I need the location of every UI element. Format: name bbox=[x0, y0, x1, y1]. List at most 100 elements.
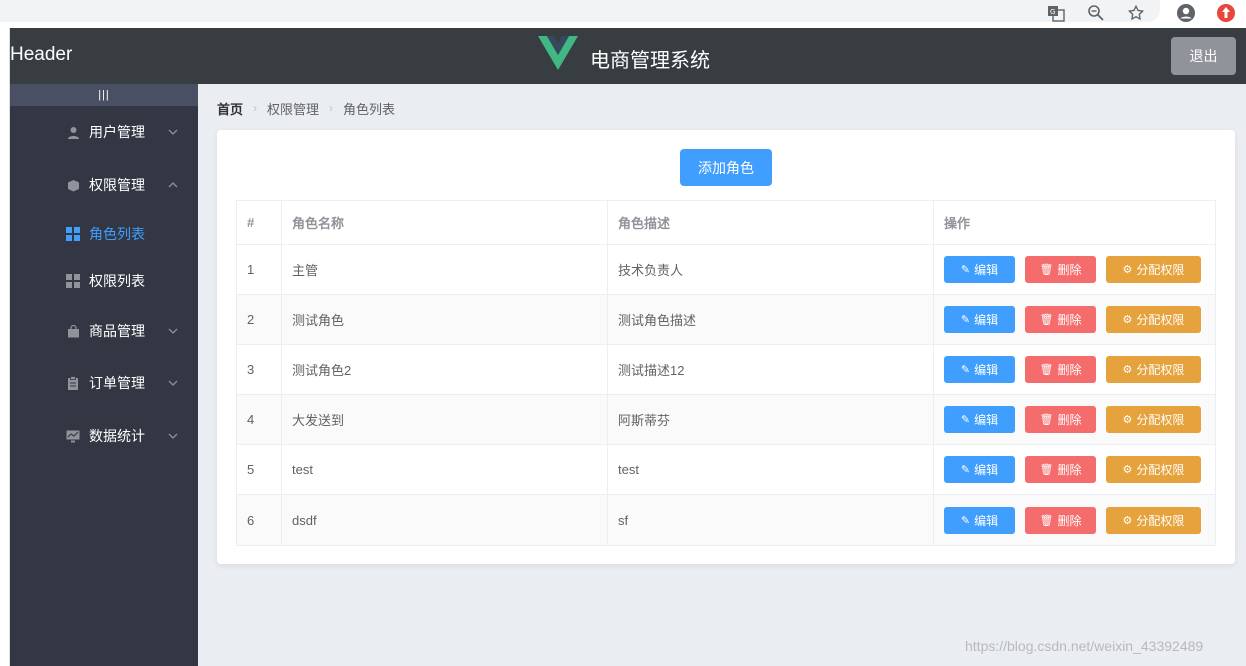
row-actions: ✎ 编辑 🗑︎ 删除 ⚙ 分配权限 bbox=[934, 295, 1215, 344]
sidebar: ||| 用户管理 权限管理 角色列表 权限列表 商品管理 订单管理 数据统计 bbox=[10, 84, 198, 666]
sidebar-subitem-permission-list[interactable]: 权限列表 bbox=[10, 257, 198, 305]
update-icon[interactable] bbox=[1216, 3, 1236, 23]
row-index: 5 bbox=[237, 445, 282, 494]
edit-button[interactable]: ✎ 编辑 bbox=[944, 456, 1015, 483]
chevron-down-icon bbox=[168, 325, 178, 337]
assign-permission-button[interactable]: ⚙ 分配权限 bbox=[1106, 256, 1201, 283]
vue-logo-icon bbox=[538, 36, 578, 70]
role-description: 阿斯蒂芬 bbox=[608, 395, 934, 444]
grid-icon bbox=[66, 227, 80, 241]
trash-icon: 🗑︎ bbox=[1039, 414, 1054, 426]
role-description: sf bbox=[608, 495, 934, 545]
gear-icon: ⚙ bbox=[1122, 264, 1133, 276]
app-name: 电商管理系统 bbox=[590, 50, 710, 72]
edit-button[interactable]: ✎ 编辑 bbox=[944, 506, 1015, 534]
clipboard-icon bbox=[66, 376, 80, 390]
edit-button[interactable]: ✎ 编辑 bbox=[944, 256, 1015, 283]
bookmark-star-icon[interactable] bbox=[1126, 3, 1146, 23]
header-title: Header bbox=[10, 44, 73, 65]
trash-icon: 🗑︎ bbox=[1039, 314, 1054, 326]
breadcrumb-home[interactable]: 首页 bbox=[217, 99, 243, 118]
row-actions: ✎ 编辑 🗑︎ 删除 ⚙ 分配权限 bbox=[934, 495, 1215, 545]
sidebar-item-label: 权限管理 bbox=[89, 177, 145, 193]
browser-toolbar: G bbox=[0, 0, 1246, 28]
chevron-up-icon bbox=[168, 179, 178, 191]
breadcrumb-item: 权限管理 bbox=[267, 101, 320, 117]
edit-icon: ✎ bbox=[960, 314, 971, 326]
trash-icon: 🗑︎ bbox=[1039, 464, 1054, 476]
role-name: 测试角色 bbox=[282, 295, 608, 344]
shopping-bag-icon bbox=[66, 324, 80, 338]
edit-icon: ✎ bbox=[960, 364, 971, 376]
monitor-chart-icon bbox=[66, 429, 80, 443]
gear-icon: ⚙ bbox=[1122, 364, 1133, 376]
translate-icon[interactable]: G bbox=[1046, 3, 1066, 23]
table-row: 4 大发送到 阿斯蒂芬 ✎ 编辑 🗑︎ 删除 ⚙ 分配权限 bbox=[237, 395, 1215, 445]
role-name: dsdf bbox=[282, 495, 608, 545]
sidebar-subitem-label: 权限列表 bbox=[89, 273, 145, 289]
delete-button[interactable]: 🗑︎ 删除 bbox=[1025, 456, 1096, 483]
account-icon[interactable] bbox=[1176, 3, 1196, 23]
role-name: 主管 bbox=[282, 245, 608, 294]
assign-permission-button[interactable]: ⚙ 分配权限 bbox=[1106, 456, 1201, 483]
column-header: 角色描述 bbox=[608, 201, 934, 244]
assign-permission-button[interactable]: ⚙ 分配权限 bbox=[1106, 506, 1201, 534]
column-header: 操作 bbox=[944, 216, 971, 231]
role-description: 测试角色描述 bbox=[608, 295, 934, 344]
delete-button[interactable]: 🗑︎ 删除 bbox=[1025, 356, 1096, 383]
row-index: 2 bbox=[237, 295, 282, 344]
chevron-right-icon: › bbox=[253, 101, 258, 115]
svg-text:G: G bbox=[1050, 8, 1055, 16]
left-panel-edge bbox=[0, 28, 10, 666]
delete-button[interactable]: 🗑︎ 删除 bbox=[1025, 506, 1096, 534]
chevron-down-icon bbox=[168, 377, 178, 389]
sidebar-item-orders[interactable]: 订单管理 bbox=[10, 357, 198, 409]
box-icon bbox=[66, 178, 80, 192]
row-actions: ✎ 编辑 🗑︎ 删除 ⚙ 分配权限 bbox=[934, 345, 1215, 394]
delete-button[interactable]: 🗑︎ 删除 bbox=[1025, 406, 1096, 433]
address-bar[interactable] bbox=[0, 0, 1160, 22]
sidebar-item-label: 数据统计 bbox=[89, 428, 145, 444]
user-icon bbox=[66, 125, 80, 139]
row-index: 3 bbox=[237, 345, 282, 394]
table-row: 1 主管 技术负责人 ✎ 编辑 🗑︎ 删除 ⚙ 分配权限 bbox=[237, 245, 1215, 295]
sidebar-item-permissions[interactable]: 权限管理 bbox=[10, 159, 198, 211]
breadcrumb: 首页 › 权限管理 › 角色列表 bbox=[217, 99, 396, 118]
gear-icon: ⚙ bbox=[1122, 464, 1133, 476]
delete-button[interactable]: 🗑︎ 删除 bbox=[1025, 256, 1096, 283]
add-role-button[interactable]: 添加角色 bbox=[680, 149, 772, 186]
app-header: Header 电商管理系统 退出 bbox=[10, 28, 1246, 84]
sidebar-item-statistics[interactable]: 数据统计 bbox=[10, 410, 198, 462]
grid-icon bbox=[66, 274, 80, 288]
table-row: 5 test test ✎ 编辑 🗑︎ 删除 ⚙ 分配权限 bbox=[237, 445, 1215, 495]
delete-button[interactable]: 🗑︎ 删除 bbox=[1025, 306, 1096, 333]
chevron-down-icon bbox=[168, 430, 178, 442]
watermark: https://blog.csdn.net/weixin_43392489 bbox=[965, 638, 1204, 654]
row-index: 6 bbox=[237, 495, 282, 545]
sidebar-toggle[interactable]: ||| bbox=[10, 84, 198, 106]
sidebar-subitem-role-list[interactable]: 角色列表 bbox=[10, 210, 198, 258]
sidebar-subitem-label: 角色列表 bbox=[89, 226, 145, 242]
sidebar-item-users[interactable]: 用户管理 bbox=[10, 106, 198, 158]
edit-button[interactable]: ✎ 编辑 bbox=[944, 356, 1015, 383]
breadcrumb-item: 角色列表 bbox=[343, 101, 396, 117]
logout-button[interactable]: 退出 bbox=[1171, 37, 1236, 75]
assign-permission-button[interactable]: ⚙ 分配权限 bbox=[1106, 356, 1201, 383]
row-actions: ✎ 编辑 🗑︎ 删除 ⚙ 分配权限 bbox=[934, 445, 1215, 494]
roles-card: 添加角色 # 角色名称 角色描述 操作 1 主管 技术负责人 ✎ 编辑 🗑︎ 删除 … bbox=[217, 130, 1235, 564]
role-description: 测试描述12 bbox=[608, 345, 934, 394]
sidebar-item-label: 商品管理 bbox=[89, 323, 145, 339]
column-header: 角色名称 bbox=[282, 201, 608, 244]
role-name: 测试角色2 bbox=[282, 345, 608, 394]
edit-button[interactable]: ✎ 编辑 bbox=[944, 306, 1015, 333]
edit-button[interactable]: ✎ 编辑 bbox=[944, 406, 1015, 433]
sidebar-item-label: 订单管理 bbox=[89, 375, 145, 391]
column-header: # bbox=[237, 201, 282, 244]
role-name: 大发送到 bbox=[282, 395, 608, 444]
assign-permission-button[interactable]: ⚙ 分配权限 bbox=[1106, 406, 1201, 433]
zoom-out-icon[interactable] bbox=[1086, 3, 1106, 23]
table-row: 2 测试角色 测试角色描述 ✎ 编辑 🗑︎ 删除 ⚙ 分配权限 bbox=[237, 295, 1215, 345]
role-name: test bbox=[282, 445, 608, 494]
sidebar-item-goods[interactable]: 商品管理 bbox=[10, 305, 198, 357]
assign-permission-button[interactable]: ⚙ 分配权限 bbox=[1106, 306, 1201, 333]
